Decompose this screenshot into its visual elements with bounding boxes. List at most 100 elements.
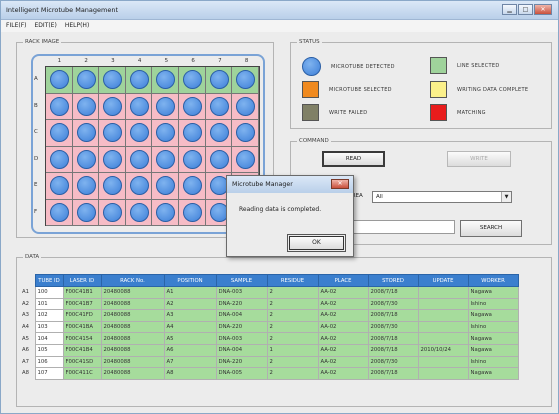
table-cell[interactable] <box>417 367 469 380</box>
table-cell[interactable]: AA-02 <box>317 286 369 299</box>
table-cell[interactable]: DNA-003 <box>215 332 268 345</box>
table-cell[interactable]: AA-02 <box>317 332 369 345</box>
table-cell[interactable]: F00C41SD <box>62 355 102 369</box>
microtube-icon[interactable] <box>103 176 123 195</box>
table-cell[interactable]: Ishino <box>467 297 519 311</box>
rack-cell[interactable] <box>205 93 233 120</box>
microtube-icon[interactable] <box>236 149 256 169</box>
table-cell[interactable]: AA-02 <box>317 355 369 369</box>
rack-cell[interactable] <box>232 93 259 120</box>
table-cell[interactable]: A5 <box>163 332 217 345</box>
microtube-icon[interactable] <box>236 96 256 116</box>
table-cell[interactable]: DNA-003 <box>215 286 268 299</box>
microtube-icon[interactable] <box>76 96 96 116</box>
column-header[interactable]: POSITION <box>163 274 217 287</box>
table-cell[interactable]: Nagawa <box>467 343 519 357</box>
table-cell[interactable]: 2008/7/30 <box>367 355 419 369</box>
table-row[interactable]: A1 100 F00C41B1 20480088 A1 DNA-003 2 AA-02 2008… <box>22 286 519 299</box>
microtube-icon[interactable] <box>103 123 123 142</box>
write-button[interactable]: WRITE <box>447 151 511 167</box>
rack-cell[interactable] <box>72 120 100 147</box>
rack-row[interactable] <box>46 120 259 147</box>
table-cell[interactable]: 2 <box>266 367 319 380</box>
table-cell[interactable]: 20480088 <box>100 355 165 369</box>
column-header[interactable]: PLACE <box>317 274 369 287</box>
table-cell[interactable]: Ishino <box>467 320 519 334</box>
column-header[interactable]: UPDATE <box>417 274 469 287</box>
table-cell[interactable]: F00C41B7 <box>62 297 102 311</box>
menu-help[interactable]: HELP(H) <box>65 20 89 32</box>
microtube-icon[interactable] <box>209 123 229 142</box>
microtube-icon[interactable] <box>182 70 202 89</box>
rack-cell[interactable] <box>232 67 259 94</box>
table-cell[interactable]: 20480088 <box>100 320 165 334</box>
table-cell[interactable]: A4 <box>163 320 217 334</box>
table-cell[interactable]: 20480088 <box>100 332 165 345</box>
rack-cell[interactable] <box>178 199 206 226</box>
rack-cell[interactable] <box>152 93 179 120</box>
microtube-icon[interactable] <box>76 149 96 169</box>
table-cell[interactable]: 2008/7/18 <box>367 367 419 380</box>
table-cell[interactable]: DNA-005 <box>215 367 268 380</box>
rack-cell[interactable] <box>72 199 100 226</box>
table-cell[interactable]: F00C411C <box>62 367 102 380</box>
table-row[interactable]: A4 103 F00C41BA 20480088 A4 DNA-220 2 AA-02 2008… <box>22 320 519 334</box>
rack-cell[interactable] <box>152 199 179 226</box>
rack-cell[interactable] <box>232 146 259 173</box>
table-cell[interactable] <box>417 332 469 345</box>
microtube-icon[interactable] <box>182 202 202 222</box>
microtube-icon[interactable] <box>182 96 202 116</box>
rack-cell[interactable] <box>125 93 153 120</box>
table-cell[interactable]: 107 <box>34 367 64 380</box>
table-cell[interactable] <box>417 286 469 299</box>
microtube-icon[interactable] <box>129 123 149 142</box>
table-cell[interactable]: 20480088 <box>100 309 165 322</box>
menu-edit[interactable]: EDIT(E) <box>35 20 57 32</box>
table-cell[interactable]: F00C4154 <box>62 332 102 345</box>
table-cell[interactable] <box>417 355 469 369</box>
column-header[interactable]: TUBE ID <box>34 274 64 287</box>
table-cell[interactable]: AA-02 <box>317 367 369 380</box>
table-cell[interactable]: 2 <box>266 286 319 299</box>
table-row[interactable]: A8 107 F00C411C 20480088 A8 DNA-005 2 AA-02 2008… <box>22 367 519 380</box>
chevron-down-icon[interactable]: ▼ <box>501 192 511 202</box>
rack-cell[interactable] <box>125 173 153 200</box>
table-cell[interactable]: 102 <box>34 309 64 322</box>
table-cell[interactable]: AA-02 <box>317 343 369 357</box>
table-cell[interactable]: 20480088 <box>100 286 165 299</box>
column-header[interactable]: LASER ID <box>62 274 102 287</box>
table-cell[interactable]: A7 <box>163 355 217 369</box>
column-header[interactable]: SAMPLE <box>215 274 268 287</box>
microtube-icon[interactable] <box>76 123 96 142</box>
table-cell[interactable]: 20480088 <box>100 297 165 311</box>
table-cell[interactable]: Nagawa <box>467 367 519 380</box>
table-cell[interactable]: F00C41BA <box>62 320 102 334</box>
close-button[interactable]: ✕ <box>534 4 552 15</box>
table-cell[interactable] <box>417 309 469 322</box>
rack-cell[interactable] <box>205 67 233 94</box>
microtube-icon[interactable] <box>156 123 176 142</box>
table-cell[interactable]: F00C41B1 <box>62 286 102 299</box>
table-cell[interactable]: 20480088 <box>100 367 165 380</box>
search-input[interactable] <box>342 220 455 234</box>
column-header[interactable]: RESIDUE <box>266 274 319 287</box>
rack-cell[interactable] <box>125 199 153 226</box>
rack-cell[interactable] <box>99 67 126 94</box>
table-row[interactable]: A5 104 F00C4154 20480088 A5 DNA-003 2 AA-02 2008… <box>22 332 519 345</box>
rack-cell[interactable] <box>99 173 126 200</box>
rack-cell[interactable] <box>46 146 73 173</box>
rack-cell[interactable] <box>72 173 100 200</box>
table-cell[interactable]: 100 <box>34 286 64 299</box>
table-cell[interactable]: 2 <box>266 309 319 322</box>
table-cell[interactable]: 104 <box>34 332 64 345</box>
rack-cell[interactable] <box>178 93 206 120</box>
rack-cell[interactable] <box>46 67 73 94</box>
area-select[interactable]: All ▼ <box>372 191 512 203</box>
rack-cell[interactable] <box>178 146 206 173</box>
search-button[interactable]: SEARCH <box>460 220 522 237</box>
table-cell[interactable]: DNA-004 <box>215 343 268 357</box>
table-cell[interactable] <box>417 297 469 311</box>
rack-cell[interactable] <box>99 93 126 120</box>
rack-cell[interactable] <box>152 146 179 173</box>
table-cell[interactable]: AA-02 <box>317 320 369 334</box>
